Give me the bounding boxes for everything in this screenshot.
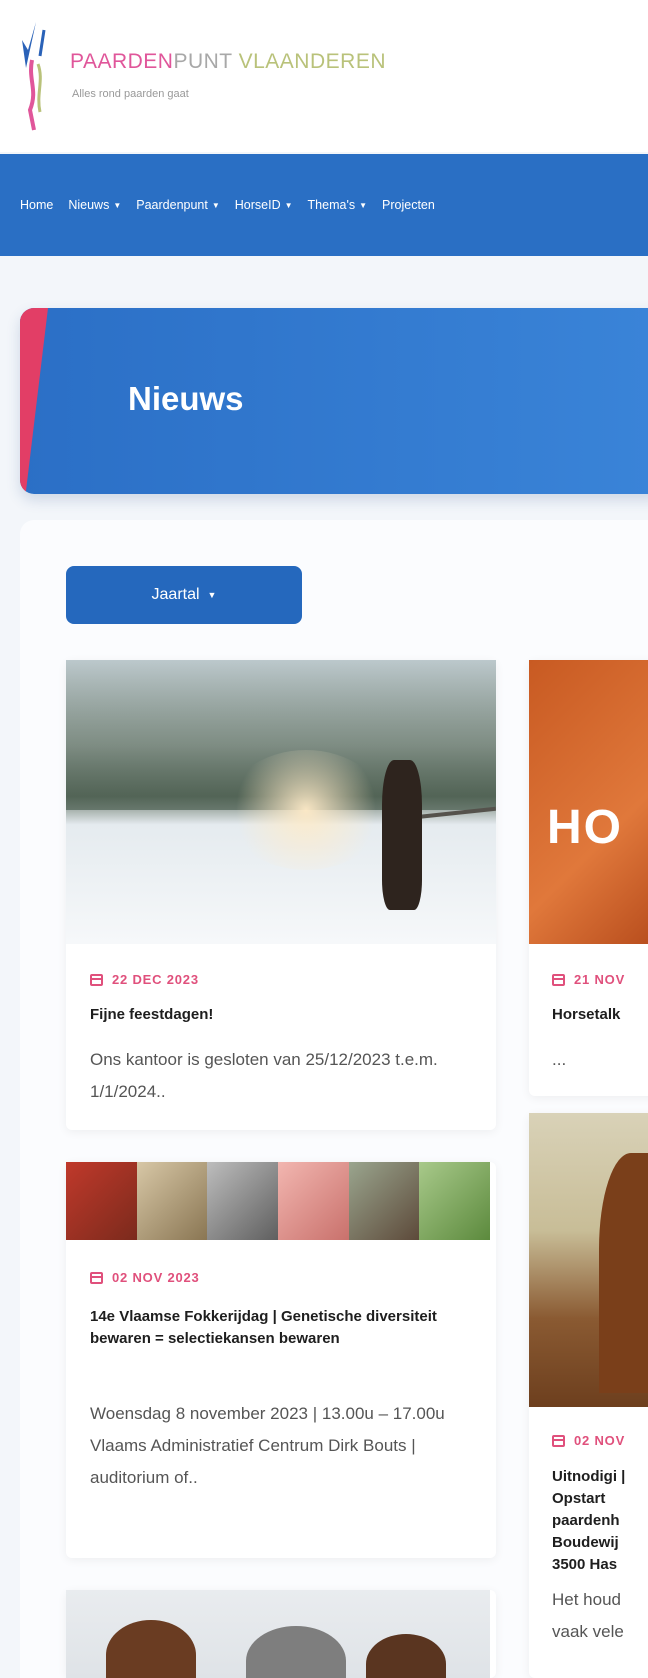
nav-item-nieuws[interactable]: Nieuws ▼: [68, 198, 121, 212]
news-card-image-horse-portrait[interactable]: [529, 1113, 648, 1407]
news-card-image-snow-horse[interactable]: [66, 660, 496, 944]
nav-item-horseid[interactable]: HorseID ▼: [235, 198, 293, 212]
news-card-date-text: 02 NOV: [574, 1433, 626, 1448]
caret-down-icon: ▼: [211, 200, 220, 210]
news-card-date-text: 22 DEC 2023: [112, 972, 199, 987]
news-card-title[interactable]: Uitnodigi | Opstart paardenh Boudewij 35…: [552, 1466, 648, 1576]
image-horse-dark: [366, 1634, 446, 1678]
page-title: Nieuws: [128, 380, 244, 417]
nav-item-label: Paardenpunt: [136, 198, 208, 212]
image-horse-grey: [246, 1626, 346, 1678]
image-sheep: [136, 1162, 208, 1240]
brand-tagline: Alles rond paarden gaat: [72, 88, 189, 100]
news-card-title[interactable]: 14e Vlaamse Fokkerijdag | Genetische div…: [90, 1306, 470, 1350]
image-rooster: [66, 1162, 137, 1240]
news-card-date: 02 NOV: [552, 1433, 625, 1448]
nav-item-home[interactable]: Home: [20, 198, 53, 212]
image-horse-head: [599, 1153, 648, 1393]
news-card-date-text: 02 NOV 2023: [112, 1270, 200, 1285]
image-dog: [419, 1162, 491, 1240]
brand-part-paarden: PAARDEN: [70, 50, 174, 73]
caret-down-icon: ▼: [113, 200, 122, 210]
site-header: PAARDENPUNT VLAANDEREN Alles rond paarde…: [0, 0, 648, 152]
main-navigation: Home Nieuws ▼ Paardenpunt ▼ HorseID ▼ Thema…: [0, 154, 648, 256]
caret-down-icon: ▼: [284, 200, 293, 210]
calendar-icon: [90, 973, 103, 986]
image-horse-small: [348, 1162, 420, 1240]
news-card-title[interactable]: Fijne feestdagen!: [90, 1004, 480, 1026]
nav-item-label: Projecten: [382, 198, 435, 212]
paardenpunt-logo-icon[interactable]: [18, 20, 54, 132]
news-card-image-farm-animals[interactable]: [66, 1162, 491, 1240]
page-hero-banner: Nieuws: [20, 308, 648, 494]
nav-item-label: Nieuws: [68, 198, 110, 212]
nav-item-themas[interactable]: Thema's ▼: [308, 198, 367, 212]
news-card-excerpt: Het houd vaak vele: [552, 1590, 624, 1641]
horsetalk-logo-text: HO: [547, 801, 623, 854]
news-card-excerpt: Ons kantoor is gesloten van 25/12/2023 t…: [90, 1050, 438, 1101]
nav-item-label: Thema's: [307, 198, 356, 212]
caret-down-icon: ▼: [359, 200, 368, 210]
news-card-image-horses-group[interactable]: [66, 1590, 490, 1678]
nav-item-paardenpunt[interactable]: Paardenpunt ▼: [136, 198, 220, 212]
news-card-date: 22 DEC 2023: [90, 972, 199, 987]
news-card-date-text: 21 NOV: [574, 972, 626, 987]
news-card-title[interactable]: Horsetalk: [552, 1004, 648, 1026]
calendar-icon: [552, 1434, 565, 1447]
brand-part-punt: PUNT: [173, 50, 233, 73]
image-horse-brown: [106, 1620, 196, 1678]
nav-item-label: Home: [20, 198, 54, 212]
calendar-icon: [552, 973, 565, 986]
news-card-excerpt: ...: [552, 1050, 567, 1069]
nav-item-projecten[interactable]: Projecten: [382, 198, 435, 212]
hero-accent-stripe: [20, 308, 48, 494]
image-pig: [278, 1162, 349, 1240]
image-horse: [382, 760, 422, 910]
image-goat: [207, 1162, 279, 1240]
calendar-icon: [90, 1271, 103, 1284]
news-card-date: 02 NOV 2023: [90, 1270, 200, 1285]
news-card-excerpt: Woensdag 8 november 2023 | 13.00u – 17.0…: [90, 1404, 445, 1487]
image-sunlight: [226, 750, 386, 870]
year-filter-label: Jaartal: [151, 586, 200, 603]
year-filter-dropdown[interactable]: Jaartal ▼: [66, 566, 302, 624]
news-card-image-horsetalk[interactable]: HO: [529, 660, 648, 944]
brand-name[interactable]: PAARDENPUNT VLAANDEREN: [70, 50, 386, 74]
caret-down-icon: ▼: [207, 590, 217, 600]
nav-item-label: HorseID: [234, 198, 281, 212]
news-card-date: 21 NOV: [552, 972, 625, 987]
brand-part-vlaanderen: VLAANDEREN: [238, 50, 386, 73]
